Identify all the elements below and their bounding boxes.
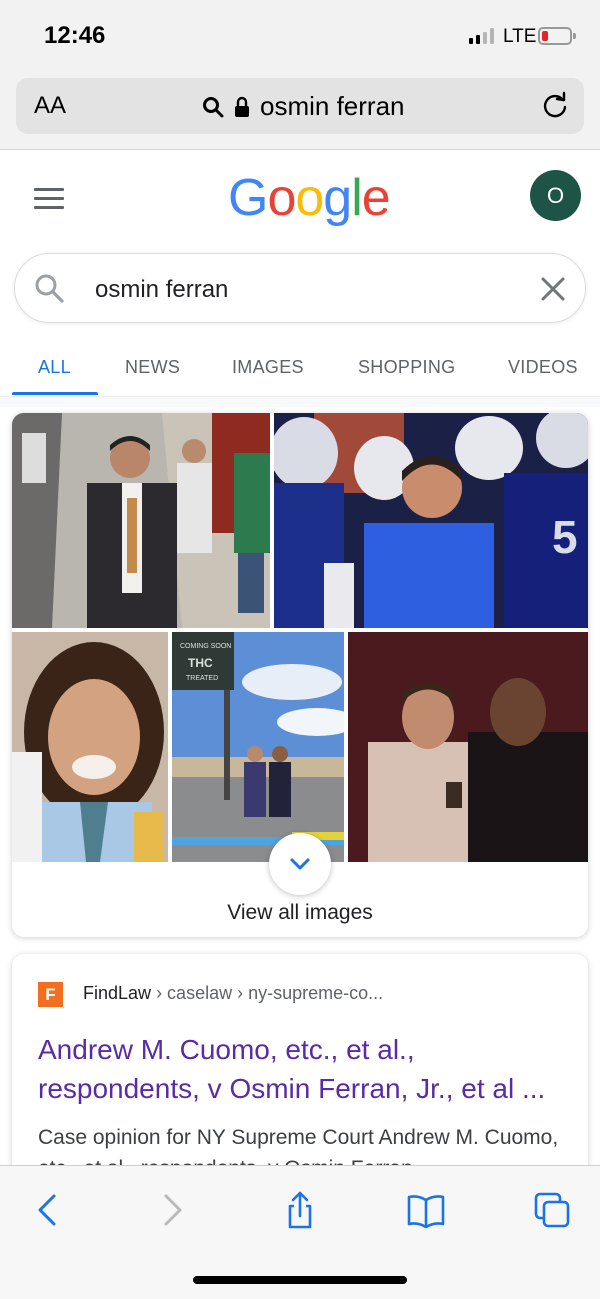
search-icon bbox=[203, 96, 224, 117]
url-group[interactable]: osmin ferran bbox=[202, 91, 405, 122]
network-label: LTE bbox=[503, 26, 537, 47]
active-tab-indicator bbox=[12, 392, 98, 395]
svg-text:5: 5 bbox=[552, 511, 578, 563]
url-text: osmin ferran bbox=[260, 91, 405, 121]
tab-images[interactable]: IMAGES bbox=[232, 357, 304, 378]
sign-text: THC bbox=[188, 656, 213, 670]
view-all-images-link[interactable]: View all images bbox=[12, 901, 588, 925]
sign-text: TREATED bbox=[186, 675, 218, 682]
lock-icon bbox=[235, 96, 249, 117]
image-thumbnail[interactable] bbox=[12, 413, 270, 628]
logo-letter: e bbox=[361, 169, 391, 227]
search-input[interactable]: osmin ferran bbox=[95, 276, 228, 304]
result-title-link[interactable]: Andrew M. Cuomo, etc., et al., responden… bbox=[38, 1030, 578, 1108]
browser-address-area: AA osmin ferran bbox=[0, 70, 600, 150]
back-icon[interactable] bbox=[28, 1190, 68, 1230]
search-icon[interactable] bbox=[33, 272, 65, 304]
divider bbox=[0, 397, 600, 407]
signal-icon bbox=[469, 28, 494, 44]
clear-icon[interactable] bbox=[539, 275, 567, 303]
image-thumbnail[interactable]: COMING SOON THC TREATED bbox=[172, 632, 344, 862]
status-time: 12:46 bbox=[44, 22, 106, 49]
reload-icon[interactable] bbox=[540, 90, 570, 120]
result-breadcrumb: › caselaw › ny-supreme-co... bbox=[156, 983, 384, 1003]
logo-letter: o bbox=[267, 169, 296, 227]
tab-shopping[interactable]: SHOPPING bbox=[358, 357, 455, 378]
image-thumbnail[interactable] bbox=[12, 632, 168, 862]
image-thumbnail[interactable] bbox=[348, 632, 588, 862]
view-all-images-button[interactable] bbox=[269, 833, 331, 895]
site-name: FindLaw bbox=[83, 983, 152, 1003]
share-icon[interactable] bbox=[280, 1190, 320, 1230]
tab-videos[interactable]: VIDEOS bbox=[508, 357, 578, 378]
google-logo[interactable]: Google bbox=[228, 168, 391, 228]
logo-letter: l bbox=[351, 169, 363, 227]
sign-text: COMING SOON bbox=[180, 643, 231, 650]
findlaw-favicon-icon: F bbox=[38, 982, 63, 1007]
search-tabs: ALL NEWS IMAGES SHOPPING VIDEOS bbox=[0, 345, 600, 397]
tab-news[interactable]: NEWS bbox=[125, 357, 180, 378]
forward-icon[interactable] bbox=[152, 1190, 192, 1230]
logo-letter: o bbox=[295, 169, 324, 227]
home-indicator[interactable] bbox=[193, 1276, 407, 1284]
chevron-down-icon bbox=[290, 858, 310, 870]
tab-all[interactable]: ALL bbox=[38, 357, 71, 378]
address-bar[interactable]: AA osmin ferran bbox=[16, 78, 584, 134]
bookmarks-icon[interactable] bbox=[406, 1190, 446, 1230]
search-box[interactable]: osmin ferran bbox=[14, 253, 586, 323]
images-card: 5 COMING SOON THC TREATED View all image… bbox=[12, 413, 588, 937]
account-avatar[interactable]: O bbox=[530, 170, 581, 221]
logo-letter: G bbox=[228, 169, 268, 227]
hamburger-menu-icon[interactable] bbox=[34, 188, 64, 210]
text-size-button[interactable]: AA bbox=[34, 92, 66, 120]
tabs-icon[interactable] bbox=[532, 1190, 572, 1230]
image-thumbnail[interactable]: 5 bbox=[274, 413, 588, 628]
status-bar: 12:46 LTE bbox=[0, 0, 600, 70]
battery-icon bbox=[538, 27, 576, 45]
text-size-label: AA bbox=[34, 92, 67, 119]
result-site[interactable]: FindLaw › caselaw › ny-supreme-co... bbox=[83, 983, 383, 1004]
logo-letter: g bbox=[323, 169, 352, 227]
